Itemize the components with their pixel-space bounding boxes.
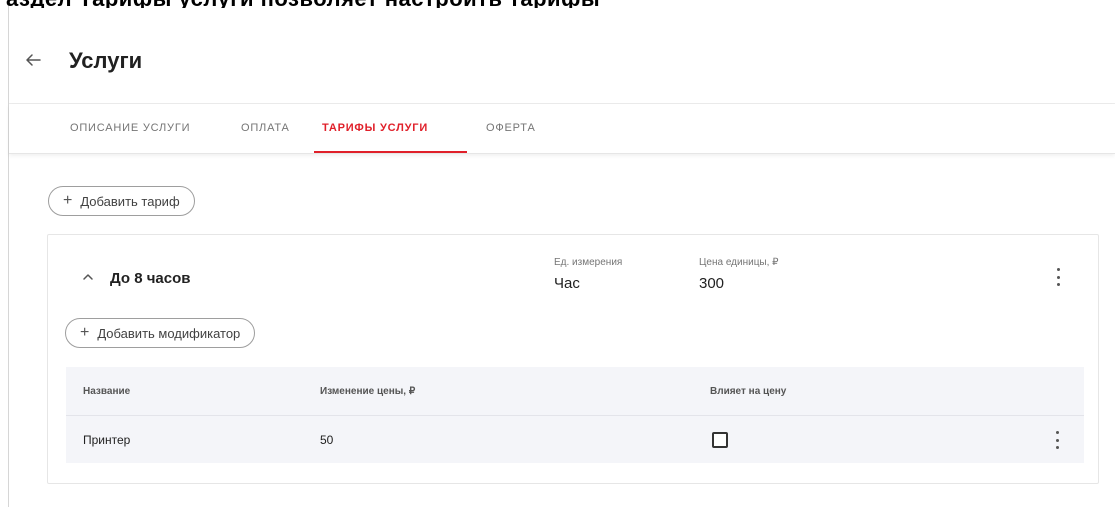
unit-value: Час [554, 275, 580, 292]
modifier-price-change: 50 [320, 432, 334, 447]
column-header-name: Название [83, 385, 131, 397]
tab-bar: ОПИСАНИЕ УСЛУГИ ОПЛАТА ТАРИФЫ УСЛУГИ ОФЕ… [9, 104, 1115, 154]
add-modifier-label: Добавить модификатор [97, 325, 241, 341]
arrow-left-icon [26, 54, 41, 66]
page-header: Услуги [9, 10, 1115, 104]
plus-icon: + [80, 324, 90, 341]
tariff-name: До 8 часов [110, 270, 191, 287]
add-modifier-button[interactable]: + Добавить модификатор [65, 318, 256, 348]
modifiers-table: Название Изменение цены, ₽ Влияет на цен… [66, 367, 1084, 463]
modifier-menu-button[interactable] [1052, 431, 1062, 449]
add-tariff-label: Добавить тариф [80, 193, 180, 209]
unit-label: Ед. измерения [554, 257, 623, 268]
clipped-heading-strip: аздел Тарифы услуги позволяет настроить … [0, 0, 1115, 8]
price-value: 300 [699, 275, 725, 292]
tariff-card: До 8 часов Ед. измерения Час Цена единиц… [47, 234, 1099, 484]
active-tab-indicator [314, 151, 467, 153]
add-tariff-button[interactable]: + Добавить тариф [48, 186, 195, 216]
tab-payment[interactable]: ОПЛАТА [241, 122, 290, 134]
tab-service-description[interactable]: ОПИСАНИЕ УСЛУГИ [70, 122, 190, 134]
affects-price-checkbox[interactable] [712, 431, 728, 448]
price-label: Цена единицы, ₽ [699, 257, 779, 268]
tab-offer[interactable]: ОФЕРТА [486, 122, 536, 134]
column-header-affects-price: Влияет на цену [710, 385, 787, 397]
plus-icon: + [63, 192, 73, 209]
modifier-name: Принтер [83, 432, 131, 447]
tariff-menu-button[interactable] [1053, 268, 1063, 286]
affects-price-cell [712, 416, 728, 463]
table-header: Название Изменение цены, ₽ Влияет на цен… [66, 367, 1084, 415]
column-header-price-change: Изменение цены, ₽ [320, 385, 416, 397]
chevron-up-icon[interactable] [82, 271, 94, 283]
clipped-heading-text: аздел Тарифы услуги позволяет настроить … [6, 0, 600, 8]
back-button[interactable] [21, 48, 45, 72]
table-row: Принтер 50 [66, 415, 1084, 463]
tab-service-tariffs[interactable]: ТАРИФЫ УСЛУГИ [322, 122, 428, 134]
page-title: Услуги [69, 48, 143, 73]
